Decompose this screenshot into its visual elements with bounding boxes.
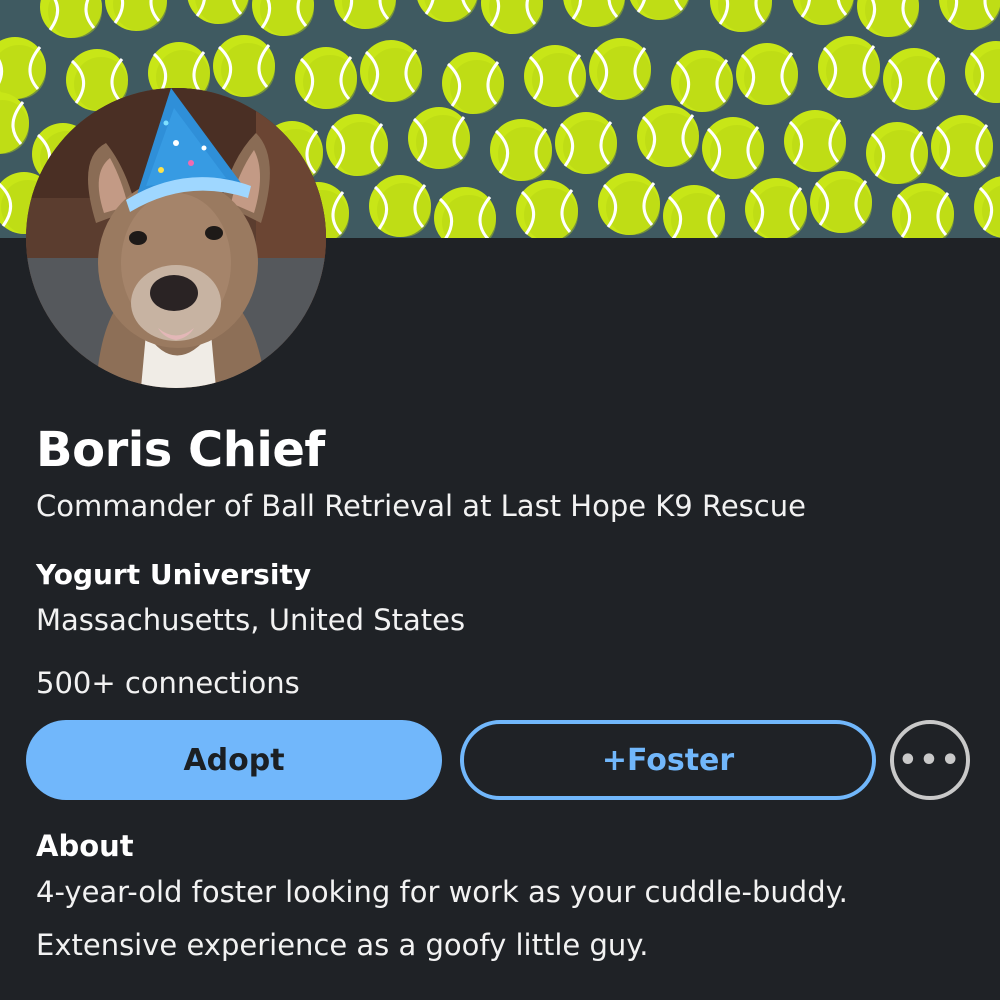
tennis-ball-icon bbox=[857, 0, 919, 37]
tennis-ball-icon bbox=[589, 38, 651, 100]
tennis-ball-icon bbox=[663, 185, 725, 238]
tennis-ball-icon bbox=[637, 105, 699, 167]
tennis-ball-icon bbox=[931, 115, 993, 177]
tennis-ball-icon bbox=[187, 0, 249, 24]
tennis-ball-icon bbox=[792, 0, 854, 25]
tennis-ball-icon bbox=[213, 35, 275, 97]
tennis-ball-icon bbox=[0, 0, 3, 7]
tennis-ball-icon bbox=[0, 37, 46, 99]
dog-photo bbox=[26, 88, 326, 388]
tennis-ball-icon bbox=[360, 40, 422, 102]
tennis-ball-icon bbox=[736, 43, 798, 105]
about-line: 4-year-old foster looking for work as yo… bbox=[36, 875, 848, 909]
avatar[interactable] bbox=[26, 88, 326, 388]
tennis-ball-icon bbox=[710, 0, 772, 32]
tennis-ball-icon bbox=[417, 0, 478, 22]
tennis-ball-icon bbox=[745, 178, 807, 238]
tennis-ball-icon bbox=[892, 183, 954, 238]
tennis-ball-icon bbox=[442, 52, 504, 114]
tennis-ball-icon bbox=[818, 36, 880, 98]
about-heading: About bbox=[36, 829, 134, 863]
tennis-ball-icon bbox=[866, 122, 928, 184]
tennis-ball-icon bbox=[524, 45, 586, 107]
tennis-ball-icon bbox=[702, 117, 764, 179]
tennis-ball-icon bbox=[408, 107, 470, 169]
tennis-ball-icon bbox=[252, 0, 314, 36]
tennis-ball-icon bbox=[598, 173, 660, 235]
tennis-ball-icon bbox=[810, 171, 872, 233]
more-options-button[interactable]: ••• bbox=[890, 720, 970, 800]
more-options-icon: ••• bbox=[898, 742, 962, 778]
tennis-ball-icon bbox=[105, 0, 167, 31]
profile-location: Massachusetts, United States bbox=[36, 603, 466, 637]
tennis-ball-icon bbox=[481, 0, 543, 34]
tennis-ball-icon bbox=[555, 112, 617, 174]
profile-school[interactable]: Yogurt University bbox=[36, 556, 311, 594]
profile-headline: Commander of Ball Retrieval at Last Hope… bbox=[36, 489, 806, 523]
tennis-ball-icon bbox=[434, 187, 496, 238]
tennis-ball-icon bbox=[939, 0, 1000, 30]
tennis-ball-icon bbox=[974, 176, 1000, 238]
tennis-ball-icon bbox=[516, 180, 578, 238]
tennis-ball-icon bbox=[490, 119, 552, 181]
tennis-ball-icon bbox=[784, 110, 846, 172]
tennis-ball-icon bbox=[326, 114, 388, 176]
about-text: 4-year-old foster looking for work as yo… bbox=[36, 866, 976, 972]
tennis-ball-icon bbox=[630, 0, 690, 20]
tennis-ball-icon bbox=[334, 0, 396, 29]
connections-count[interactable]: 500+ connections bbox=[36, 663, 300, 703]
adopt-button[interactable]: Adopt bbox=[26, 720, 442, 800]
foster-button[interactable]: +Foster bbox=[460, 720, 876, 800]
tennis-ball-icon bbox=[965, 41, 1000, 103]
tennis-ball-icon bbox=[563, 0, 625, 27]
profile-page: Boris Chief Commander of Ball Retrieval … bbox=[0, 0, 1000, 1000]
tennis-ball-icon bbox=[40, 0, 102, 38]
profile-name: Boris Chief bbox=[36, 422, 325, 478]
tennis-ball-icon bbox=[369, 175, 431, 237]
about-line: Extensive experience as a goofy little g… bbox=[36, 928, 649, 962]
tennis-ball-icon bbox=[295, 47, 357, 109]
tennis-ball-icon bbox=[883, 48, 945, 110]
tennis-ball-icon bbox=[0, 92, 29, 154]
tennis-ball-icon bbox=[671, 50, 733, 112]
